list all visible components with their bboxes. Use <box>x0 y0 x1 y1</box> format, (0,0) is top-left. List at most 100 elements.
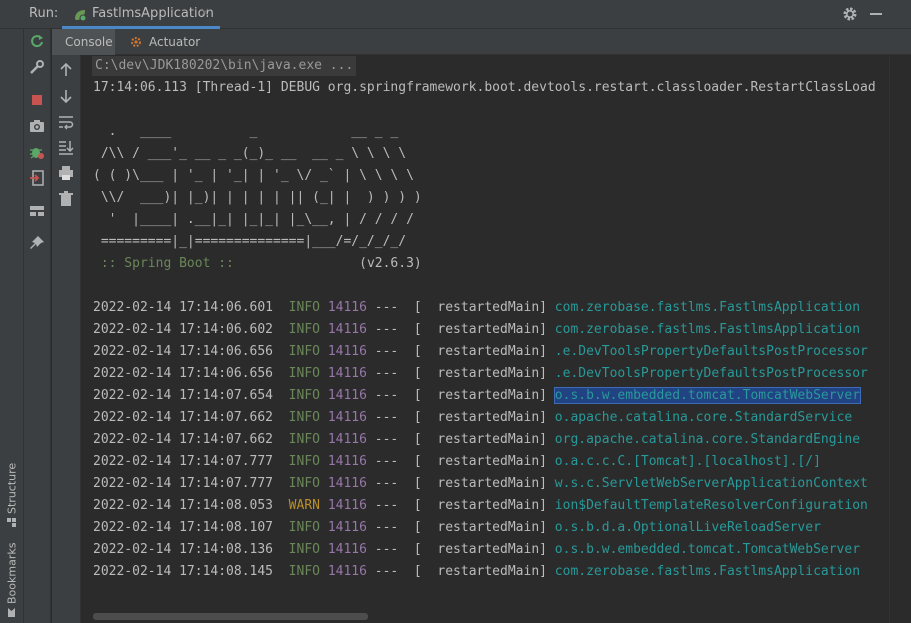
scroll-to-end-button[interactable] <box>56 137 76 157</box>
down-arrow-icon <box>60 90 72 104</box>
tab-console[interactable]: Console <box>52 29 115 55</box>
log-line: 2022-02-14 17:14:07.662 INFO 14116 --- [… <box>93 408 852 428</box>
layout-button[interactable] <box>27 201 47 221</box>
log-timestamp: 2022-02-14 17:14:06.601 <box>93 300 274 315</box>
banner-line: =========|_|==============|___/=/_/_/_/ <box>93 234 407 249</box>
up-arrow-icon <box>60 62 72 76</box>
log-pid: 14116 <box>327 432 367 447</box>
clear-all-button[interactable] <box>56 189 76 209</box>
log-line: 2022-02-14 17:14:07.662 INFO 14116 --- [… <box>93 430 860 450</box>
rerun-button[interactable] <box>27 31 47 51</box>
log-pid: 14116 <box>327 322 367 337</box>
bookmark-icon <box>8 608 16 618</box>
log-thread: --- [ restartedMain] <box>374 520 547 535</box>
log-logger: o.apache.catalina.core.StandardService <box>554 410 853 425</box>
up-button[interactable] <box>56 60 76 80</box>
pin-icon <box>30 236 44 249</box>
log-line: 2022-02-14 17:14:08.053 WARN 14116 --- [… <box>93 496 868 516</box>
print-button[interactable] <box>56 163 76 183</box>
tab-actuator[interactable]: Actuator <box>129 29 209 55</box>
camera-icon <box>30 120 44 132</box>
bookmarks-tool-button[interactable]: Bookmarks <box>0 534 24 623</box>
log-thread: --- [ restartedMain] <box>374 476 547 491</box>
banner-line: ' |____| .__|_| |_|_| |_\__, | / / / / <box>93 212 414 227</box>
down-button[interactable] <box>56 86 76 106</box>
log-line: 2022-02-14 17:14:06.602 INFO 14116 --- [… <box>93 320 860 340</box>
print-icon <box>59 166 73 180</box>
log-thread: --- [ restartedMain] <box>374 300 547 315</box>
scroll-to-end-icon <box>59 141 74 155</box>
log-thread: --- [ restartedMain] <box>374 322 547 337</box>
rerun-icon <box>31 35 43 48</box>
tab-console-label: Console <box>65 35 113 49</box>
console-output[interactable]: C:\dev\JDK180202\bin\java.exe ... 17:14:… <box>82 55 889 623</box>
log-level: INFO <box>288 300 320 315</box>
tool-window-strip: Structure Bookmarks <box>0 29 24 623</box>
layout-icon <box>30 206 44 216</box>
log-pid: 14116 <box>327 366 367 381</box>
log-thread: --- [ restartedMain] <box>374 388 547 403</box>
log-level: INFO <box>288 432 320 447</box>
pin-tab-button[interactable] <box>27 233 47 253</box>
log-thread: --- [ restartedMain] <box>374 498 547 513</box>
log-pid: 14116 <box>327 542 367 557</box>
trash-icon <box>59 191 73 206</box>
spring-boot-icon <box>75 10 87 22</box>
console-actions-toolbar <box>52 55 81 623</box>
banner-line: /\\ / ___'_ __ _ _(_)_ __ __ _ \ \ \ \ <box>93 146 407 161</box>
structure-tool-button[interactable]: Structure <box>0 449 24 541</box>
command-line[interactable]: C:\dev\JDK180202\bin\java.exe ... <box>92 56 357 76</box>
log-pid: 14116 <box>327 476 367 491</box>
log-thread: --- [ restartedMain] <box>374 454 547 469</box>
log-level: INFO <box>288 454 320 469</box>
console-tab-bar: Console Actuator <box>52 29 911 55</box>
log-timestamp: 2022-02-14 17:14:08.136 <box>93 542 274 557</box>
bookmarks-label: Bookmarks <box>5 542 19 605</box>
soft-wrap-icon <box>59 116 74 130</box>
tab-label: FastlmsApplication <box>92 6 214 21</box>
log-timestamp: 2022-02-14 17:14:07.777 <box>93 476 274 491</box>
debug-button[interactable] <box>27 142 47 162</box>
exit-button[interactable] <box>27 168 47 188</box>
log-line: 2022-02-14 17:14:06.601 INFO 14116 --- [… <box>93 298 860 318</box>
banner-line: \\/ ___)| |_)| | | | | || (_| | ) ) ) ) <box>93 190 422 205</box>
wrench-icon <box>30 60 44 74</box>
spring-boot-label: :: Spring Boot :: <box>93 256 242 271</box>
log-logger: com.zerobase.fastlms.FastlmsApplication <box>554 300 861 315</box>
log-thread: --- [ restartedMain] <box>374 344 547 359</box>
log-logger: .e.DevToolsPropertyDefaultsPostProcessor <box>554 344 868 359</box>
log-pid: 14116 <box>327 498 367 513</box>
dump-threads-button[interactable] <box>27 116 47 136</box>
log-thread: --- [ restartedMain] <box>374 564 547 579</box>
stop-icon <box>32 95 42 105</box>
log-line: 2022-02-14 17:14:06.656 INFO 14116 --- [… <box>93 342 868 362</box>
log-level: INFO <box>288 366 320 381</box>
modify-run-config-button[interactable] <box>27 57 47 77</box>
log-pid: 14116 <box>327 454 367 469</box>
log-timestamp: 2022-02-14 17:14:07.662 <box>93 432 274 447</box>
banner-line: ( ( )\___ | '_ | '_| | '_ \/ _` | \ \ \ … <box>93 168 414 183</box>
close-icon[interactable]: × <box>200 5 210 19</box>
log-logger: o.s.b.d.a.OptionalLiveReloadServer <box>554 520 821 535</box>
log-line: 2022-02-14 17:14:07.654 INFO 14116 --- [… <box>93 386 862 406</box>
tab-fastlms-application[interactable]: FastlmsApplication × <box>62 0 220 29</box>
log-pid: 14116 <box>327 520 367 535</box>
log-level: INFO <box>288 322 320 337</box>
vertical-scrollbar-track[interactable] <box>889 55 911 623</box>
log-timestamp: 2022-02-14 17:14:08.107 <box>93 520 274 535</box>
log-level: INFO <box>288 388 320 403</box>
log-thread: --- [ restartedMain] <box>374 410 547 425</box>
minimize-icon[interactable] <box>870 13 882 15</box>
log-logger: o.s.b.w.embedded.tomcat.TomcatWebServer <box>553 387 862 404</box>
log-logger: .e.DevToolsPropertyDefaultsPostProcessor <box>554 366 868 381</box>
log-line: 2022-02-14 17:14:07.777 INFO 14116 --- [… <box>93 452 821 472</box>
soft-wrap-button[interactable] <box>56 112 76 132</box>
run-toolbar: Run: FastlmsApplication × <box>0 0 911 29</box>
horizontal-scrollbar[interactable] <box>93 613 368 620</box>
log-timestamp: 2022-02-14 17:14:07.777 <box>93 454 274 469</box>
log-line: 2022-02-14 17:14:08.107 INFO 14116 --- [… <box>93 518 821 538</box>
log-logger: ion$DefaultTemplateResolverConfiguration <box>554 498 868 513</box>
log-line: 2022-02-14 17:14:07.777 INFO 14116 --- [… <box>93 474 868 494</box>
gear-icon[interactable] <box>842 6 858 22</box>
stop-button[interactable] <box>27 90 47 110</box>
